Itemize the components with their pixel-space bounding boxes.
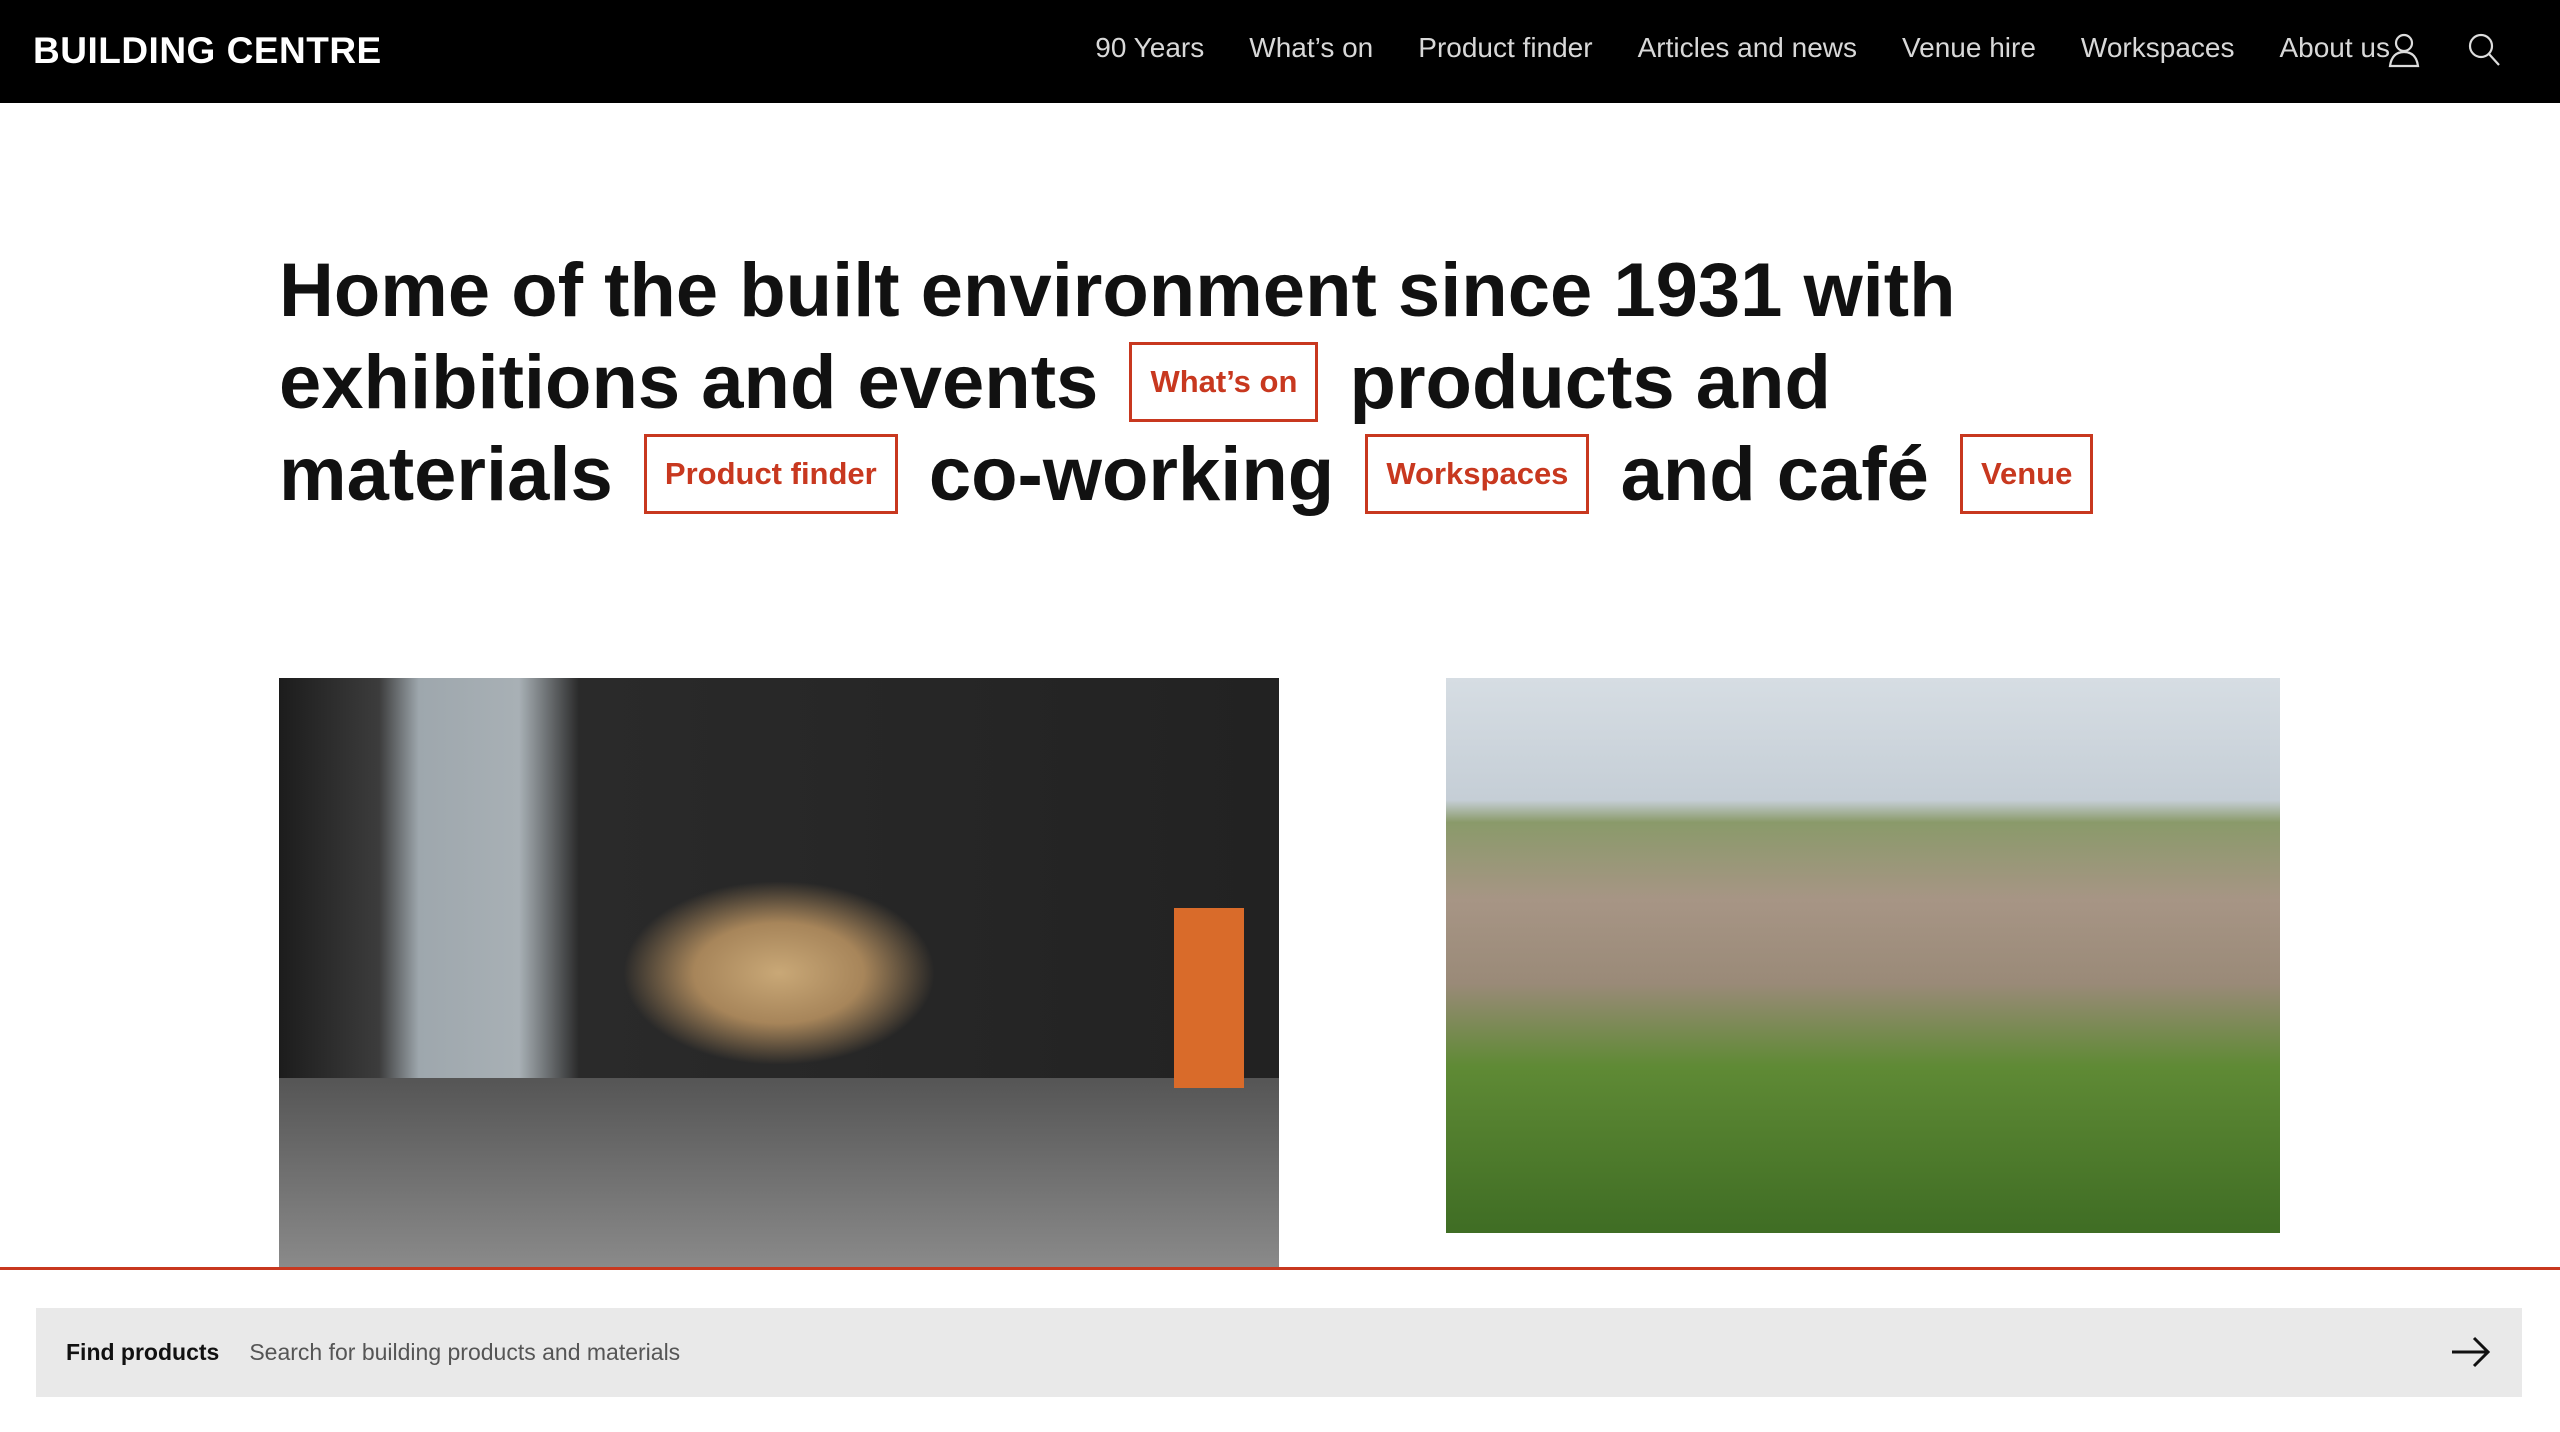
nav-item-product-finder[interactable]: Product finder: [1418, 32, 1592, 64]
nav-item-about[interactable]: About us: [2279, 32, 2390, 64]
nav-item-whats-on[interactable]: What’s on: [1249, 32, 1373, 64]
find-products-bar: Find products: [36, 1308, 2522, 1397]
hero-text: and café: [1620, 432, 1929, 517]
user-icon[interactable]: [2384, 30, 2424, 70]
logo[interactable]: BUILDING CENTRE: [33, 30, 382, 72]
nav-item-venue-hire[interactable]: Venue hire: [1902, 32, 2036, 64]
nav-item-90-years[interactable]: 90 Years: [1095, 32, 1204, 64]
product-finder-tag-button[interactable]: Product finder: [643, 433, 898, 514]
search-icon[interactable]: [2464, 30, 2504, 70]
floor: [279, 1078, 1279, 1268]
town-landscape-photo[interactable]: [1446, 678, 2280, 1233]
nav-menu: 90 Years What’s on Product finder Articl…: [1095, 32, 2390, 64]
hero-headline: Home of the built environment since 1931…: [279, 245, 2179, 521]
venue-tag-button[interactable]: Venue: [1960, 433, 2094, 514]
poster: [1174, 908, 1244, 1088]
top-nav: BUILDING CENTRE 90 Years What’s on Produ…: [0, 0, 2560, 103]
divider: [0, 1267, 2560, 1270]
nav-item-workspaces[interactable]: Workspaces: [2081, 32, 2235, 64]
nav-item-articles[interactable]: Articles and news: [1638, 32, 1857, 64]
arrow-right-icon[interactable]: [2450, 1334, 2492, 1370]
hero-text: co-working: [928, 432, 1335, 517]
whats-on-tag-button[interactable]: What’s on: [1129, 341, 1319, 422]
find-products-label: Find products: [66, 1339, 220, 1365]
workspaces-tag-button[interactable]: Workspaces: [1365, 433, 1590, 514]
exhibition-photo[interactable]: [279, 678, 1279, 1268]
product-search-input[interactable]: [249, 1339, 2050, 1366]
